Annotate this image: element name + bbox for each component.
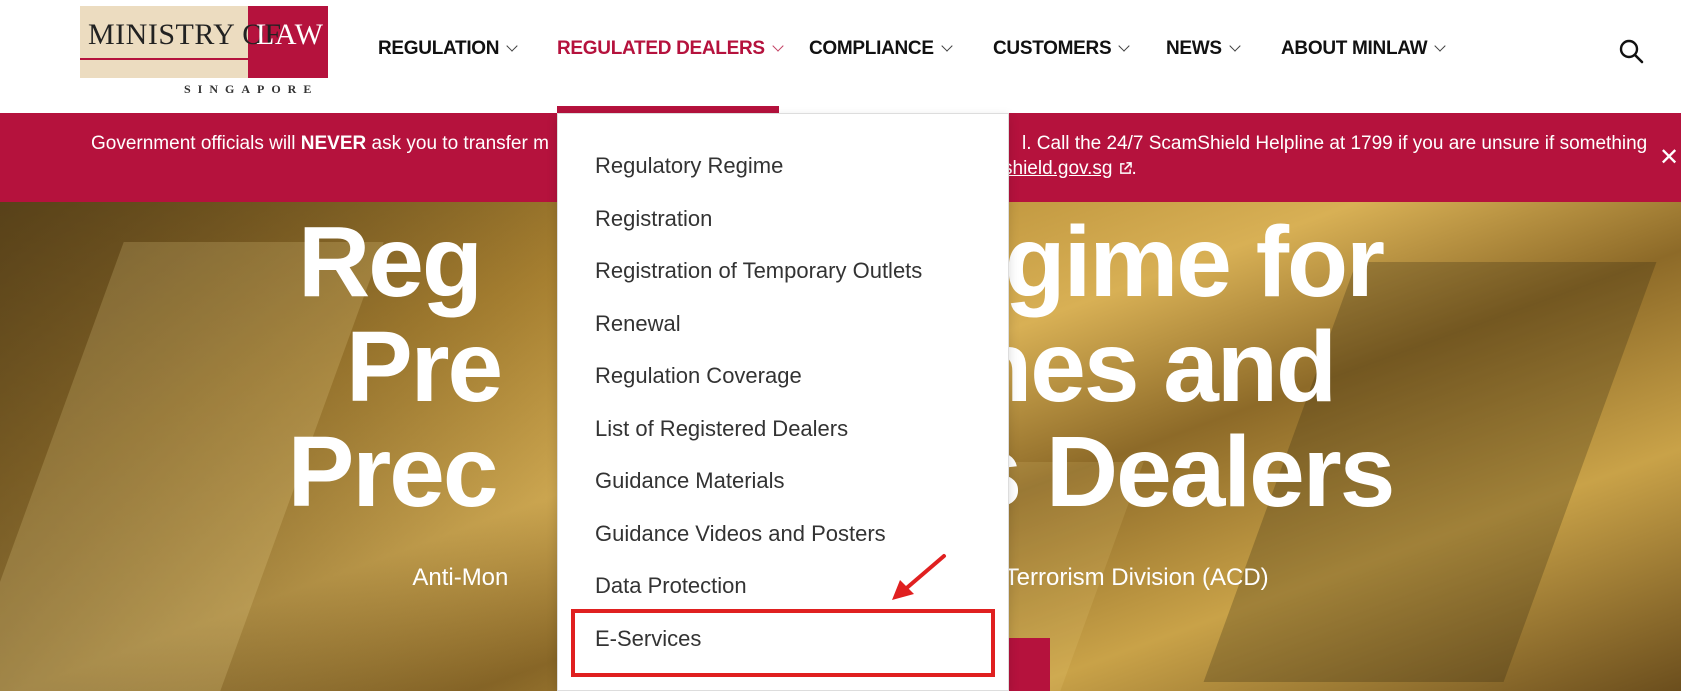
hero-subtitle-fragment: Anti-Mon	[412, 564, 509, 591]
nav-item-label: CUSTOMERS	[993, 38, 1112, 59]
search-icon[interactable]	[1618, 38, 1644, 64]
site-header: MINISTRY OF LAW SINGAPORE REGULATION REG…	[0, 0, 1681, 113]
logo-divider	[80, 58, 328, 60]
ministry-of-law-logo[interactable]: MINISTRY OF LAW SINGAPORE	[80, 6, 328, 98]
dropdown-item-guidance-videos[interactable]: Guidance Videos and Posters	[595, 521, 886, 547]
logo-country-text: SINGAPORE	[184, 82, 319, 96]
hero-title-fragment: Prec	[287, 416, 499, 528]
banner-text-part: Government officials will	[91, 133, 301, 154]
nav-item-customers[interactable]: CUSTOMERS	[993, 38, 1131, 60]
nav-item-regulation[interactable]: REGULATION	[378, 38, 518, 60]
banner-emphasis: NEVER	[300, 133, 367, 154]
regulated-dealers-dropdown: Regulatory Regime Registration Registrat…	[557, 113, 1009, 691]
banner-period: .	[1131, 158, 1137, 179]
logo-ministry-text: MINISTRY OF	[88, 18, 282, 51]
hero-subtitle-fragment: of Terrorism Division (ACD)	[978, 564, 1269, 591]
chevron-down-icon	[941, 40, 953, 52]
banner-text-right: l. Call the 24/7 ScamShield Helpline at …	[1022, 133, 1648, 154]
chevron-down-icon	[772, 40, 784, 52]
nav-item-label: COMPLIANCE	[809, 38, 934, 59]
nav-item-label: NEWS	[1166, 38, 1222, 59]
dropdown-item-data-protection[interactable]: Data Protection	[595, 573, 747, 599]
nav-item-label: REGULATED DEALERS	[557, 38, 765, 59]
chevron-down-icon	[1118, 40, 1131, 52]
e-services-highlight-box	[571, 609, 995, 677]
dropdown-item-registered-dealers[interactable]: List of Registered Dealers	[595, 416, 848, 442]
nav-item-label: ABOUT MINLAW	[1281, 38, 1428, 59]
annotation-arrow-icon	[892, 554, 946, 600]
hero-title-fragment: nes and	[971, 311, 1337, 423]
banner-text-part: ask you to transfer m	[366, 133, 549, 154]
nav-item-regulated-dealers[interactable]: REGULATED DEALERS	[557, 38, 784, 60]
hero-title-fragment: Pre	[345, 311, 503, 423]
chevron-down-icon	[1434, 40, 1446, 52]
close-banner-icon[interactable]: ✕	[1659, 146, 1679, 170]
nav-item-about-minlaw[interactable]: ABOUT MINLAW	[1281, 38, 1446, 60]
banner-link-line: shield.gov.sg.	[1003, 158, 1137, 180]
dropdown-item-temporary-outlets[interactable]: Registration of Temporary Outlets	[595, 258, 922, 284]
chevron-down-icon	[1229, 40, 1241, 52]
nav-item-compliance[interactable]: COMPLIANCE	[809, 38, 953, 60]
scamshield-link[interactable]: shield.gov.sg	[1003, 158, 1113, 179]
hero-title-fragment: s Dealers	[966, 416, 1396, 528]
nav-item-label: REGULATION	[378, 38, 500, 59]
external-link-icon	[1119, 162, 1132, 174]
dropdown-item-registration[interactable]: Registration	[595, 206, 712, 232]
hero-title-fragment: egime for	[950, 206, 1385, 318]
chevron-down-icon	[506, 40, 518, 52]
active-nav-indicator	[557, 106, 779, 113]
dropdown-item-regulatory-regime[interactable]: Regulatory Regime	[595, 153, 783, 179]
dropdown-item-guidance-materials[interactable]: Guidance Materials	[595, 468, 785, 494]
logo-law-text: LAW	[256, 18, 324, 51]
dropdown-item-renewal[interactable]: Renewal	[595, 311, 681, 337]
hero-title-fragment: Reg	[297, 206, 483, 318]
nav-item-news[interactable]: NEWS	[1166, 38, 1241, 60]
banner-text-left: Government officials will NEVER ask you …	[91, 133, 549, 155]
dropdown-item-regulation-coverage[interactable]: Regulation Coverage	[595, 363, 802, 389]
